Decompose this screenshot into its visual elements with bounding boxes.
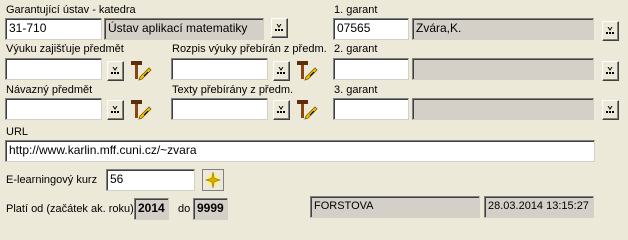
ellipsis-lookup-icon	[111, 67, 119, 74]
ellipsis-lookup-icon	[277, 106, 285, 113]
guarantor1-name-field: Zvára,K.	[412, 18, 594, 40]
ellipsis-lookup-icon	[606, 67, 614, 74]
follow-up-label: Návazný předmět	[6, 84, 93, 96]
schedule-taken-field[interactable]	[171, 58, 268, 80]
valid-to-field: 9999	[193, 198, 228, 220]
valid-from-label: Platí od (začátek ak. roku)	[6, 203, 134, 215]
guarantor1-label: 1. garant	[334, 4, 378, 16]
teaching-provided-lookup-button[interactable]	[107, 61, 124, 81]
texts-taken-label: Texty přebírány z předm.	[172, 84, 294, 96]
guarantor2-id-field[interactable]	[333, 58, 409, 80]
valid-from-field: 2014	[134, 198, 169, 220]
guarantor3-lookup-button[interactable]	[602, 100, 619, 120]
hammer-pencil-icon[interactable]	[130, 59, 152, 81]
guarantor-dept-code-field[interactable]: 31-710	[5, 18, 102, 40]
elearning-label: E-learningový kurz	[6, 174, 98, 186]
guarantor3-label: 3. garant	[334, 84, 378, 96]
ellipsis-lookup-icon	[275, 24, 283, 31]
guarantor2-label: 2. garant	[334, 43, 378, 55]
guarantor2-lookup-button[interactable]	[602, 61, 619, 81]
ellipsis-lookup-icon	[606, 27, 614, 34]
schedule-taken-label: Rozpis výuky přebírán z předm.	[172, 43, 327, 55]
follow-up-lookup-button[interactable]	[107, 100, 124, 120]
hammer-pencil-icon[interactable]	[130, 98, 152, 120]
guarantor2-name-field	[412, 58, 594, 80]
audit-timestamp-field: 28.03.2014 13:15:27	[484, 196, 594, 218]
guarantor-dept-label: Garantující ústav - katedra	[6, 4, 136, 16]
hammer-pencil-icon[interactable]	[296, 98, 318, 120]
audit-user-field: FORSTOVA	[310, 196, 480, 218]
guarantor1-id-field[interactable]: 07565	[333, 18, 409, 40]
guarantor-dept-lookup-button[interactable]	[271, 18, 288, 38]
follow-up-field[interactable]	[5, 98, 102, 120]
ellipsis-lookup-icon	[277, 67, 285, 74]
hammer-pencil-icon[interactable]	[296, 59, 318, 81]
valid-to-label: do	[178, 203, 191, 215]
teaching-provided-label: Výuku zajišťuje předmět	[6, 43, 124, 55]
guarantor1-lookup-button[interactable]	[602, 21, 619, 41]
url-field[interactable]: http://www.karlin.mff.cuni.cz/~zvara	[5, 140, 595, 162]
guarantor3-name-field	[412, 98, 594, 120]
schedule-taken-lookup-button[interactable]	[273, 61, 290, 81]
url-label: URL	[6, 126, 29, 138]
teaching-provided-field[interactable]	[5, 58, 102, 80]
sparkle-icon[interactable]	[202, 169, 224, 191]
ellipsis-lookup-icon	[606, 106, 614, 113]
texts-taken-field[interactable]	[171, 98, 268, 120]
ellipsis-lookup-icon	[111, 106, 119, 113]
guarantor-dept-name-field: Ústav aplikací matematiky	[104, 18, 264, 40]
guarantor3-id-field[interactable]	[333, 98, 409, 120]
texts-taken-lookup-button[interactable]	[273, 100, 290, 120]
elearning-field[interactable]: 56	[106, 169, 195, 191]
